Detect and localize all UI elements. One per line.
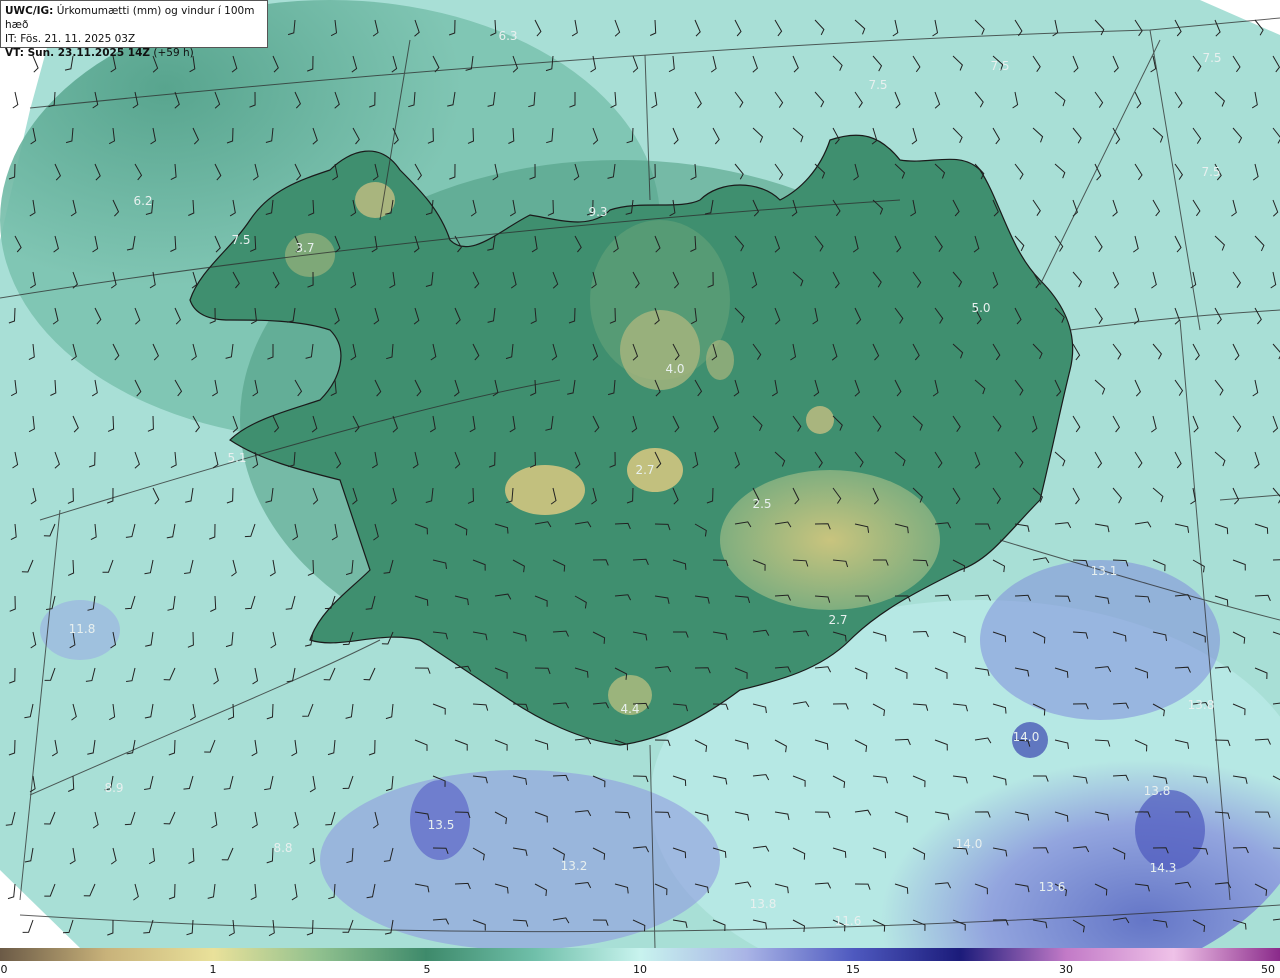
- map-value-label: 13.8: [1144, 784, 1171, 798]
- colorbar-tick-50: 50: [1261, 963, 1275, 976]
- colorbar-tick-30: 30: [1059, 963, 1073, 976]
- map-value-label: 4.4: [620, 702, 639, 716]
- map-value-label: 2.5: [752, 497, 771, 511]
- map-value-label: 13.2: [561, 859, 588, 873]
- map-value-label: 14.0: [1013, 730, 1040, 744]
- colorbar: 0 1 5 10 15 30 50: [0, 948, 1280, 978]
- map-value-label: 14.3: [1150, 861, 1177, 875]
- header-line2: IT: Fös. 21. 11. 2025 03Z: [5, 33, 136, 45]
- map-value-label: 13.6: [1039, 880, 1066, 894]
- map-value-label: 6.3: [498, 29, 517, 43]
- colorbar-tick-5: 5: [423, 963, 431, 976]
- map-value-label: 11.8: [69, 622, 96, 636]
- map-value-label: 13.5: [428, 818, 455, 832]
- map-value-label: 7.5: [868, 78, 887, 92]
- map-value-label: 5.1: [227, 451, 246, 465]
- map-value-label: 8.9: [104, 781, 123, 795]
- map-value-label: 13.1: [1091, 564, 1118, 578]
- map-value-label: 8.8: [273, 841, 292, 855]
- colorbar-tick-10: 10: [633, 963, 647, 976]
- map-value-label: 14.0: [956, 837, 983, 851]
- header-line1-prefix: UWC/IG:: [5, 5, 54, 17]
- colorbar-strip: [0, 948, 1280, 961]
- map-value-label: 7.5: [1202, 51, 1221, 65]
- header-line3-prefix: VT: Sun. 23.11.2025 14Z: [5, 47, 151, 59]
- map-value-label: 5.0: [971, 301, 990, 315]
- header-infobox: UWC/IG: Úrkomumætti (mm) og vindur í 100…: [0, 0, 268, 59]
- map-value-label: 4.0: [665, 362, 684, 376]
- map-value-label: 3.7: [295, 241, 314, 255]
- colorbar-tick-1: 1: [209, 963, 217, 976]
- map-value-label: 7.5: [231, 233, 250, 247]
- precipitation-map: 6.3 7.5 7.5 7.5 9.3 7.5 6.2 7.5 3.7 5.0 4.0 5.1 2.7 2…: [0, 0, 1280, 948]
- map-value-label: 2.7: [828, 613, 847, 627]
- map-value-label: 7.5: [990, 59, 1009, 73]
- map-value-label: 7.5: [1201, 165, 1220, 179]
- map-value-label: 13.8: [1188, 698, 1215, 712]
- header-line3-rest: (+59 h): [150, 47, 194, 59]
- colorbar-tick-0: 0: [0, 963, 8, 976]
- map-value-label: 13.8: [750, 897, 777, 911]
- colorbar-tick-15: 15: [846, 963, 860, 976]
- map-value-label: 11.6: [835, 914, 862, 928]
- map-value-label: 6.2: [133, 194, 152, 208]
- map-value-label: 2.7: [635, 463, 654, 477]
- map-value-label: 9.3: [588, 205, 607, 219]
